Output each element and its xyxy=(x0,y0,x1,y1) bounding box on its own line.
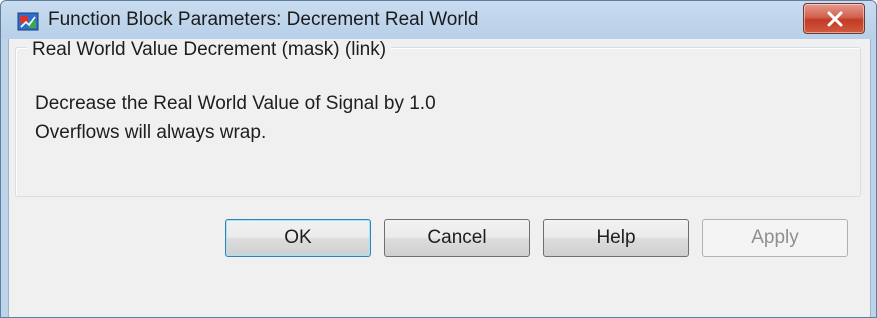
dialog-window: Function Block Parameters: Decrement Rea… xyxy=(0,0,877,318)
groupbox-title: Real World Value Decrement (mask) (link) xyxy=(27,39,392,61)
close-button[interactable] xyxy=(803,3,865,34)
description-line-1: Decrease the Real World Value of Signal … xyxy=(35,93,436,114)
cancel-button[interactable]: Cancel xyxy=(384,219,530,257)
ok-button[interactable]: OK xyxy=(225,219,371,257)
description-line-2: Overflows will always wrap. xyxy=(35,122,267,143)
simulink-block-icon xyxy=(17,10,39,32)
title-bar[interactable]: Function Block Parameters: Decrement Rea… xyxy=(1,1,876,39)
help-button[interactable]: Help xyxy=(543,219,689,257)
window-title: Function Block Parameters: Decrement Rea… xyxy=(48,9,479,30)
apply-button: Apply xyxy=(702,219,848,257)
close-icon xyxy=(827,11,843,27)
